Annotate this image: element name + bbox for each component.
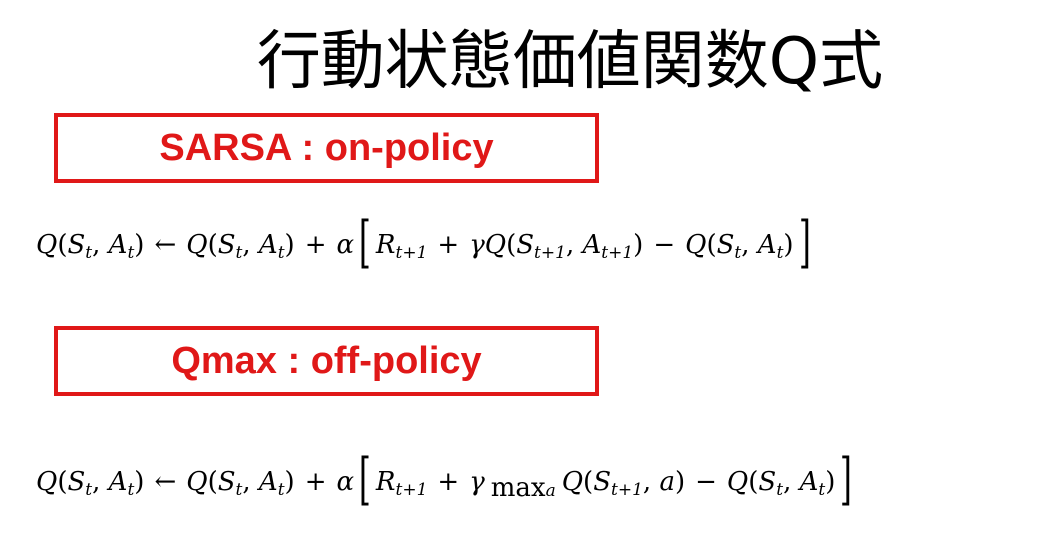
qmax-label: Qmax : off-policy <box>171 339 482 382</box>
qmax-label-box: Qmax : off-policy <box>54 326 599 396</box>
qmax-equation: Q(St, At) ← Q(St, At) + α [ Rt+1 + γ max… <box>36 447 853 512</box>
sarsa-label: SARSA : on-policy <box>159 126 494 169</box>
sarsa-label-box: SARSA : on-policy <box>54 113 599 183</box>
sarsa-equation: Q(St, At) ← Q(St, At) + α [ Rt+1 + γ Q(St… <box>36 210 811 275</box>
slide-title: 行動状態価値関数Q式 <box>256 25 884 99</box>
